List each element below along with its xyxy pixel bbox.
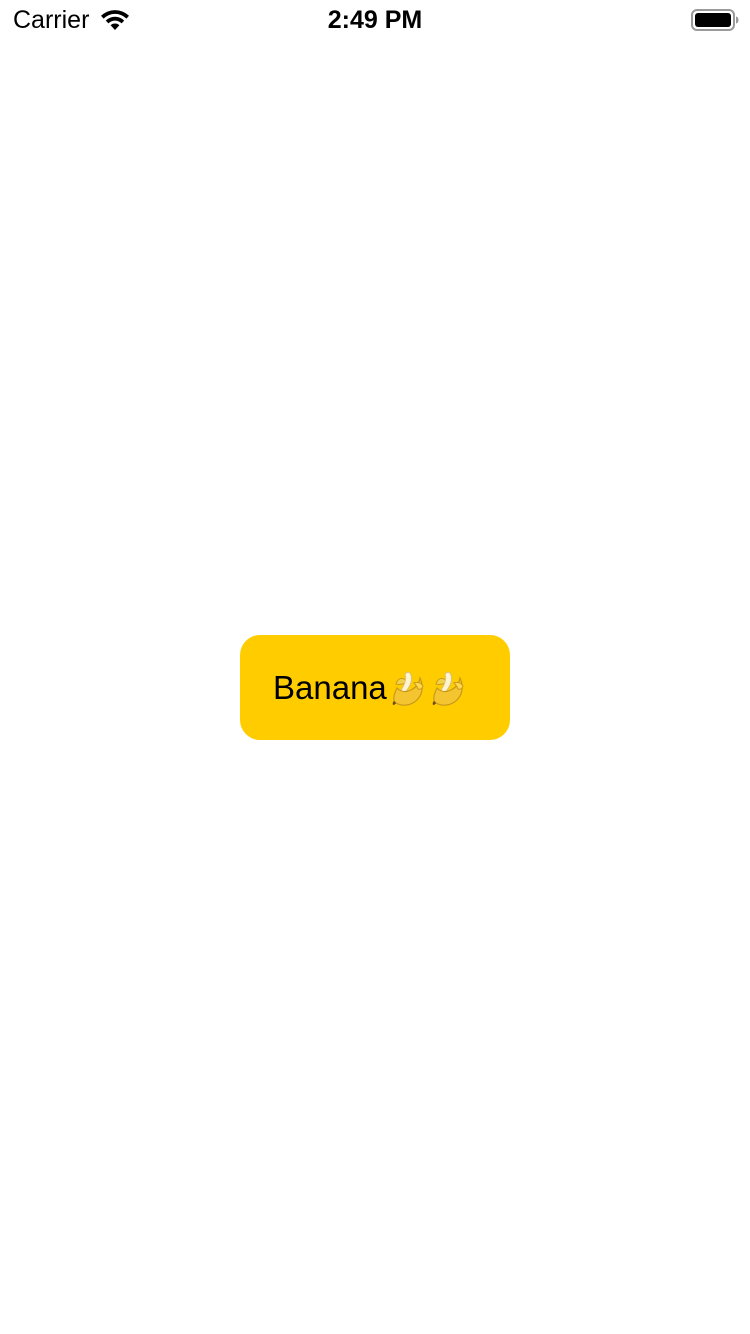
banana-button[interactable]: Banana <box>240 635 510 740</box>
banana-icon <box>432 671 464 706</box>
status-bar: Carrier 2:49 PM <box>0 0 750 40</box>
status-time: 2:49 PM <box>327 6 423 34</box>
banana-icon <box>392 671 424 706</box>
battery-icon <box>691 9 739 31</box>
banana-button-label: Banana <box>273 668 387 706</box>
